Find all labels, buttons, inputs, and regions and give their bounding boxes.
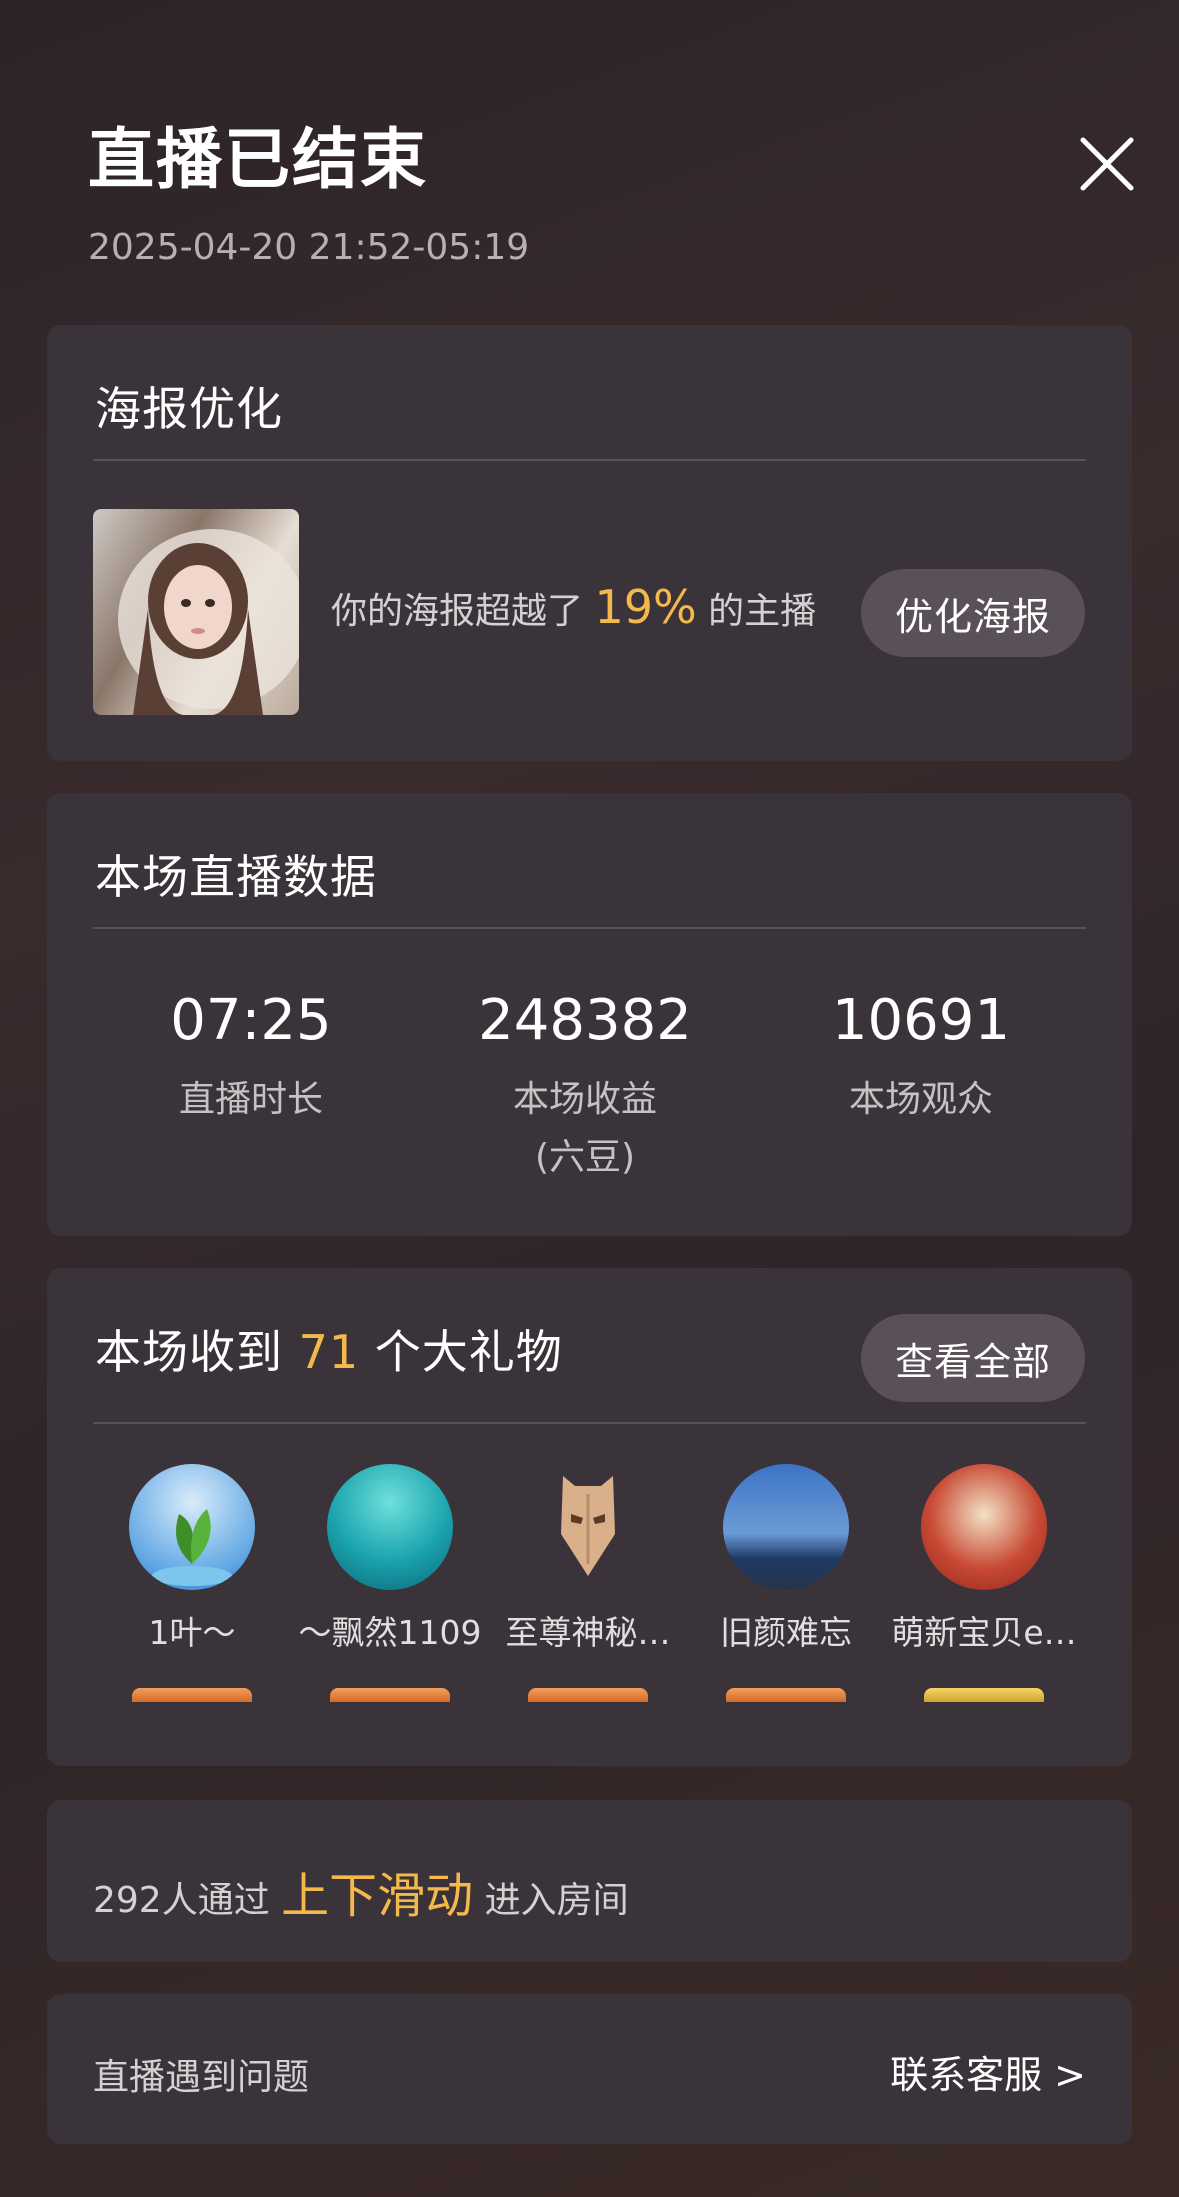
stat-value: 248382 bbox=[478, 988, 692, 1053]
gift-badge bbox=[330, 1688, 450, 1702]
divider bbox=[93, 927, 1086, 929]
gifter-item[interactable]: 至尊神秘… bbox=[490, 1464, 686, 1654]
gifts-card: 本场收到 71 个大礼物 查看全部 1叶～ ～飘然1109 至尊神秘… 旧颜难忘… bbox=[47, 1268, 1132, 1766]
gifter-item[interactable]: ～飘然1109 bbox=[292, 1464, 488, 1654]
gift-badge bbox=[924, 1688, 1044, 1702]
stats-card-title: 本场直播数据 bbox=[95, 850, 377, 904]
stat-label: 本场观众 bbox=[848, 1079, 993, 1120]
stat-earnings: 248382 本场收益 (六豆) bbox=[435, 988, 735, 1187]
stat-viewers: 10691 本场观众 bbox=[771, 988, 1071, 1129]
live-time-range: 2025-04-20 21:52-05:19 bbox=[88, 227, 530, 269]
close-button[interactable] bbox=[1075, 132, 1139, 196]
gift-badge bbox=[726, 1688, 846, 1702]
slide-highlight: 上下滑动 bbox=[281, 1868, 474, 1924]
gifter-item[interactable]: 旧颜难忘 bbox=[688, 1464, 884, 1654]
contact-support-link[interactable]: 联系客服 > bbox=[890, 2044, 1086, 2099]
divider bbox=[93, 1422, 1086, 1424]
stat-duration: 07:25 直播时长 bbox=[101, 988, 401, 1129]
help-card: 直播遇到问题 联系客服 > bbox=[47, 1994, 1132, 2144]
gifts-title-suffix: 个大礼物 bbox=[374, 1325, 563, 1379]
avatar bbox=[723, 1464, 849, 1590]
divider bbox=[93, 459, 1086, 461]
gifts-title-prefix: 本场收到 bbox=[95, 1325, 283, 1379]
poster-rank-prefix: 你的海报超越了 bbox=[331, 591, 584, 632]
poster-card: 海报优化 你的海报超越了 19% 的主播 优化海报 bbox=[47, 325, 1132, 761]
stat-value: 10691 bbox=[831, 988, 1011, 1053]
slide-prefix: 292人通过 bbox=[93, 1880, 270, 1921]
gifter-name: 1叶～ bbox=[148, 1613, 236, 1652]
avatar bbox=[129, 1464, 255, 1590]
poster-rank-text: 你的海报超越了 19% 的主播 bbox=[331, 580, 816, 634]
avatar bbox=[921, 1464, 1047, 1590]
slide-entry-text: 292人通过 上下滑动 进入房间 bbox=[93, 1856, 629, 1926]
close-icon bbox=[1080, 137, 1134, 191]
gifter-item[interactable]: 萌新宝贝e… bbox=[886, 1464, 1082, 1654]
gifter-name: 旧颜难忘 bbox=[720, 1613, 852, 1652]
gifter-name: ～飘然1109 bbox=[298, 1613, 482, 1652]
optimize-poster-button[interactable]: 优化海报 bbox=[861, 569, 1085, 657]
slide-entry-card: 292人通过 上下滑动 进入房间 bbox=[47, 1800, 1132, 1962]
gifter-name: 萌新宝贝e… bbox=[891, 1613, 1077, 1652]
gift-badge bbox=[528, 1688, 648, 1702]
poster-rank-percent: 19% bbox=[594, 580, 697, 634]
stats-card: 本场直播数据 07:25 直播时长 248382 本场收益 (六豆) 10691… bbox=[47, 793, 1132, 1236]
gift-badge bbox=[132, 1688, 252, 1702]
header: 直播已结束 2025-04-20 21:52-05:19 bbox=[88, 120, 529, 268]
avatar bbox=[525, 1464, 651, 1590]
poster-rank-suffix: 的主播 bbox=[708, 591, 817, 632]
view-all-button[interactable]: 查看全部 bbox=[861, 1314, 1085, 1402]
poster-thumbnail[interactable] bbox=[93, 509, 299, 715]
page-title: 直播已结束 bbox=[88, 121, 428, 198]
poster-card-title: 海报优化 bbox=[95, 382, 283, 436]
gifter-item[interactable]: 1叶～ bbox=[94, 1464, 290, 1654]
help-label: 直播遇到问题 bbox=[93, 2057, 310, 2098]
stat-label: 直播时长 bbox=[178, 1079, 323, 1120]
gifter-name: 至尊神秘… bbox=[505, 1613, 671, 1652]
avatar bbox=[327, 1464, 453, 1590]
slide-suffix: 进入房间 bbox=[484, 1880, 629, 1921]
stat-label: 本场收益 (六豆) bbox=[512, 1079, 657, 1178]
gifts-count: 71 bbox=[298, 1325, 360, 1379]
stat-value: 07:25 bbox=[170, 988, 332, 1053]
gifts-card-title: 本场收到 71 个大礼物 bbox=[95, 1316, 563, 1382]
